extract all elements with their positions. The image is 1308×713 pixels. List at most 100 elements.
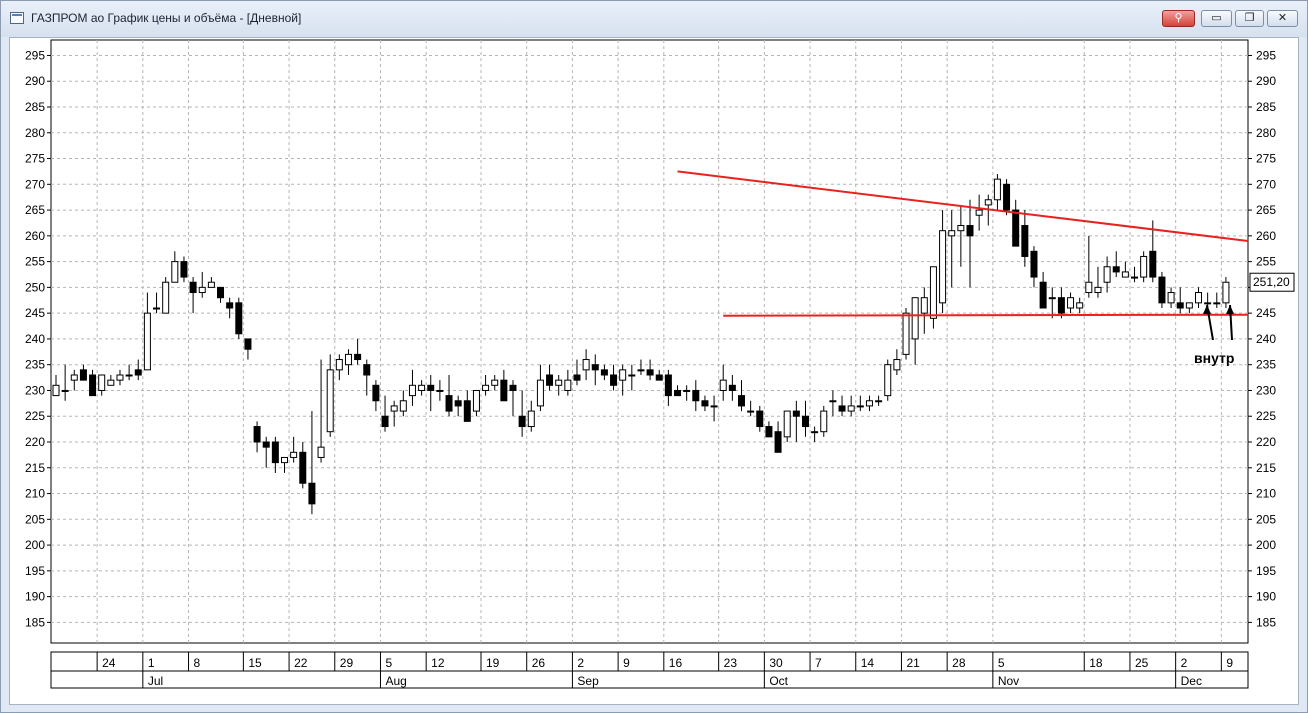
candle-down xyxy=(381,415,389,428)
candle-down xyxy=(134,369,142,376)
candle-up xyxy=(116,374,124,381)
x-day-label: 1 xyxy=(148,656,155,670)
candle-down xyxy=(308,482,316,505)
candle-up xyxy=(1185,302,1193,309)
candle-down xyxy=(189,281,197,294)
x-day-label: 15 xyxy=(248,656,262,670)
y-tick-label-left: 225 xyxy=(25,409,45,423)
candle-up xyxy=(107,379,115,386)
candle-down xyxy=(774,431,782,453)
y-tick-label-left: 270 xyxy=(25,177,45,191)
candle-up xyxy=(399,400,407,412)
candle-up xyxy=(710,405,718,408)
x-day-label: 19 xyxy=(486,656,500,670)
candle-up xyxy=(390,405,398,412)
y-tick-label-left: 280 xyxy=(25,126,45,140)
y-tick-label-left: 210 xyxy=(25,487,45,501)
x-day-label: 24 xyxy=(102,656,116,670)
candle-up xyxy=(408,384,416,397)
price-chart[interactable]: 185 185190 190195 195200 200205 205210 210215 2… xyxy=(0,0,1308,713)
candle-up xyxy=(582,359,590,371)
candle-up xyxy=(555,379,563,386)
candle-down xyxy=(89,374,97,397)
candle-up xyxy=(865,400,873,407)
y-tick-label-right: 190 xyxy=(1256,590,1276,604)
candle-down xyxy=(253,426,261,443)
candle-up xyxy=(326,369,334,433)
candle-up xyxy=(902,312,910,355)
y-tick-label-right: 185 xyxy=(1256,615,1276,629)
candle-down xyxy=(1112,266,1120,273)
candle-up xyxy=(719,379,727,391)
x-day-label: 26 xyxy=(532,656,546,670)
candle-up xyxy=(975,209,983,216)
support-trendline xyxy=(723,313,1249,317)
x-day-label: 2 xyxy=(1181,656,1188,670)
x-month-label: Sep xyxy=(577,674,599,688)
candle-up xyxy=(1140,255,1148,278)
candle-up xyxy=(829,400,837,403)
candle-up xyxy=(993,178,1001,201)
candle-up xyxy=(482,384,490,391)
annotation-label: внутр xyxy=(1194,350,1234,366)
candle-down xyxy=(180,261,188,278)
y-tick-label-right: 260 xyxy=(1256,229,1276,243)
candle-up xyxy=(344,353,352,366)
x-day-label: 9 xyxy=(623,656,630,670)
candle-down xyxy=(509,384,517,391)
y-tick-label-left: 190 xyxy=(25,590,45,604)
candle-up xyxy=(564,379,572,391)
candle-down xyxy=(801,415,809,428)
candle-down xyxy=(454,400,462,407)
x-day-label: 16 xyxy=(669,656,683,670)
x-day-label: 14 xyxy=(861,656,875,670)
candle-down xyxy=(463,400,471,422)
candle-down xyxy=(372,384,380,402)
x-day-label: 18 xyxy=(1089,656,1103,670)
candle-up xyxy=(847,405,855,412)
candle-up xyxy=(1167,292,1175,304)
y-tick-label-left: 265 xyxy=(25,203,45,217)
candle-up xyxy=(811,431,819,434)
y-tick-label-right: 240 xyxy=(1256,332,1276,346)
candle-up xyxy=(153,307,161,310)
x-day-label: 29 xyxy=(340,656,354,670)
candle-up xyxy=(335,359,343,371)
candle-up xyxy=(70,374,78,381)
date-axis xyxy=(50,651,1249,689)
candle-down xyxy=(363,364,371,376)
candle-down xyxy=(1012,209,1020,247)
candle-up xyxy=(619,369,627,381)
candle-up xyxy=(637,369,645,372)
candle-down xyxy=(79,369,87,381)
candle-down xyxy=(1057,297,1065,314)
candle-down xyxy=(756,410,764,428)
x-month-label: Nov xyxy=(998,674,1019,688)
x-day-label: 28 xyxy=(952,656,966,670)
candle-up xyxy=(281,456,288,464)
candle-up xyxy=(1048,297,1056,300)
candle-up xyxy=(783,410,791,438)
x-day-label: 7 xyxy=(815,656,822,670)
candle-down xyxy=(792,410,800,417)
candle-up xyxy=(143,312,151,371)
x-month-label: Oct xyxy=(769,674,788,688)
x-day-label: 5 xyxy=(998,656,1005,670)
candle-up xyxy=(628,374,636,377)
candle-down xyxy=(728,384,736,391)
y-tick-label-left: 205 xyxy=(25,512,45,526)
plot-frame xyxy=(50,39,1249,644)
candle-down xyxy=(226,302,234,309)
y-tick-label-right: 265 xyxy=(1256,203,1276,217)
y-tick-label-right: 280 xyxy=(1256,126,1276,140)
candle-down xyxy=(1030,250,1038,278)
candle-up xyxy=(1085,281,1093,294)
y-tick-label-right: 270 xyxy=(1256,177,1276,191)
candle-down xyxy=(646,369,654,376)
candle-up xyxy=(61,389,69,392)
candle-up xyxy=(162,281,170,314)
candle-down xyxy=(610,374,618,386)
candle-down xyxy=(299,451,307,484)
y-tick-label-right: 230 xyxy=(1256,383,1276,397)
candle-up xyxy=(527,410,535,428)
